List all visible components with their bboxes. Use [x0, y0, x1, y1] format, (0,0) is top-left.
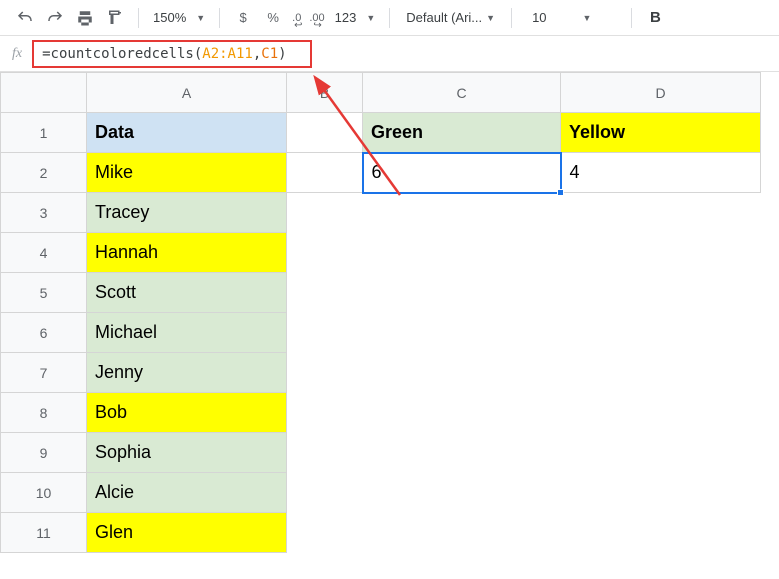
- cell[interactable]: Green: [363, 113, 561, 153]
- cell[interactable]: [287, 193, 363, 233]
- bold-button[interactable]: B: [642, 5, 668, 31]
- cell[interactable]: Hannah: [87, 233, 287, 273]
- chevron-down-icon: ▼: [366, 13, 375, 23]
- col-header-c[interactable]: C: [363, 73, 561, 113]
- cell[interactable]: Data: [87, 113, 287, 153]
- divider: [389, 8, 390, 28]
- selection-handle[interactable]: [557, 189, 564, 196]
- cell[interactable]: Scott: [87, 273, 287, 313]
- cell[interactable]: [363, 393, 561, 433]
- cell[interactable]: [561, 193, 761, 233]
- cell[interactable]: [561, 353, 761, 393]
- chevron-down-icon: ▼: [196, 13, 205, 23]
- percent-button[interactable]: %: [260, 5, 286, 31]
- cell[interactable]: [561, 273, 761, 313]
- font-size-select[interactable]: 10 ▼: [522, 10, 621, 25]
- increase-decimal-button[interactable]: .00↪: [307, 5, 326, 31]
- cell[interactable]: Tracey: [87, 193, 287, 233]
- cell[interactable]: Yellow: [561, 113, 761, 153]
- toolbar: 150% ▼ $ % .0↩ .00↪ 123 ▼ Default (Ari..…: [0, 0, 779, 36]
- cell[interactable]: [363, 433, 561, 473]
- divider: [631, 8, 632, 28]
- row-header[interactable]: 5: [1, 273, 87, 313]
- row-header[interactable]: 11: [1, 513, 87, 553]
- cell[interactable]: [287, 113, 363, 153]
- cell[interactable]: [287, 513, 363, 553]
- cell[interactable]: Bob: [87, 393, 287, 433]
- cell[interactable]: Sophia: [87, 433, 287, 473]
- cell[interactable]: [561, 473, 761, 513]
- cell[interactable]: [363, 193, 561, 233]
- divider: [511, 8, 512, 28]
- cell[interactable]: [287, 353, 363, 393]
- cell[interactable]: Jenny: [87, 353, 287, 393]
- cell[interactable]: [561, 393, 761, 433]
- col-header-b[interactable]: B: [287, 73, 363, 113]
- fx-icon: fx: [12, 46, 22, 62]
- zoom-select[interactable]: 150% ▼: [149, 10, 209, 25]
- formula-input[interactable]: =countcoloredcells(A2:A11,C1): [32, 40, 312, 68]
- cell[interactable]: 4: [561, 153, 761, 193]
- row-header[interactable]: 9: [1, 433, 87, 473]
- cell[interactable]: Glen: [87, 513, 287, 553]
- row-header[interactable]: 6: [1, 313, 87, 353]
- cell[interactable]: [561, 313, 761, 353]
- chevron-down-icon: ▼: [486, 13, 495, 23]
- row-header[interactable]: 1: [1, 113, 87, 153]
- cell[interactable]: Mike: [87, 153, 287, 193]
- cell[interactable]: [287, 433, 363, 473]
- cell[interactable]: [363, 273, 561, 313]
- spreadsheet-grid[interactable]: A B C D 1 Data Green Yellow 2 Mike 6 4 3…: [0, 72, 761, 553]
- row-header[interactable]: 3: [1, 193, 87, 233]
- row-header[interactable]: 7: [1, 353, 87, 393]
- row-header[interactable]: 2: [1, 153, 87, 193]
- cell[interactable]: [561, 513, 761, 553]
- divider: [138, 8, 139, 28]
- cell[interactable]: Michael: [87, 313, 287, 353]
- selected-cell[interactable]: 6: [363, 153, 561, 193]
- undo-icon[interactable]: [12, 5, 38, 31]
- divider: [219, 8, 220, 28]
- formula-text: =countcoloredcells(A2:A11,C1): [42, 46, 286, 62]
- number-format-select[interactable]: 123 ▼: [331, 10, 380, 25]
- paint-format-icon[interactable]: [102, 5, 128, 31]
- decrease-decimal-button[interactable]: .0↩: [290, 5, 303, 31]
- cell[interactable]: [287, 273, 363, 313]
- col-header-a[interactable]: A: [87, 73, 287, 113]
- cell[interactable]: [363, 353, 561, 393]
- cell[interactable]: [561, 233, 761, 273]
- cell[interactable]: [363, 313, 561, 353]
- chevron-down-icon: ▼: [583, 13, 592, 23]
- cell[interactable]: [363, 473, 561, 513]
- redo-icon[interactable]: [42, 5, 68, 31]
- cell[interactable]: [287, 153, 363, 193]
- print-icon[interactable]: [72, 5, 98, 31]
- font-family-select[interactable]: Default (Ari... ▼: [400, 10, 501, 25]
- cell[interactable]: Alcie: [87, 473, 287, 513]
- col-header-d[interactable]: D: [561, 73, 761, 113]
- cell[interactable]: [287, 313, 363, 353]
- cell[interactable]: [363, 233, 561, 273]
- zoom-value: 150%: [153, 10, 186, 25]
- row-header[interactable]: 4: [1, 233, 87, 273]
- cell[interactable]: [363, 513, 561, 553]
- cell[interactable]: [287, 473, 363, 513]
- cell[interactable]: [287, 233, 363, 273]
- cell[interactable]: [561, 433, 761, 473]
- row-header[interactable]: 8: [1, 393, 87, 433]
- row-header[interactable]: 10: [1, 473, 87, 513]
- currency-button[interactable]: $: [230, 5, 256, 31]
- cell[interactable]: [287, 393, 363, 433]
- corner-cell[interactable]: [1, 73, 87, 113]
- formula-bar: fx =countcoloredcells(A2:A11,C1): [0, 36, 779, 72]
